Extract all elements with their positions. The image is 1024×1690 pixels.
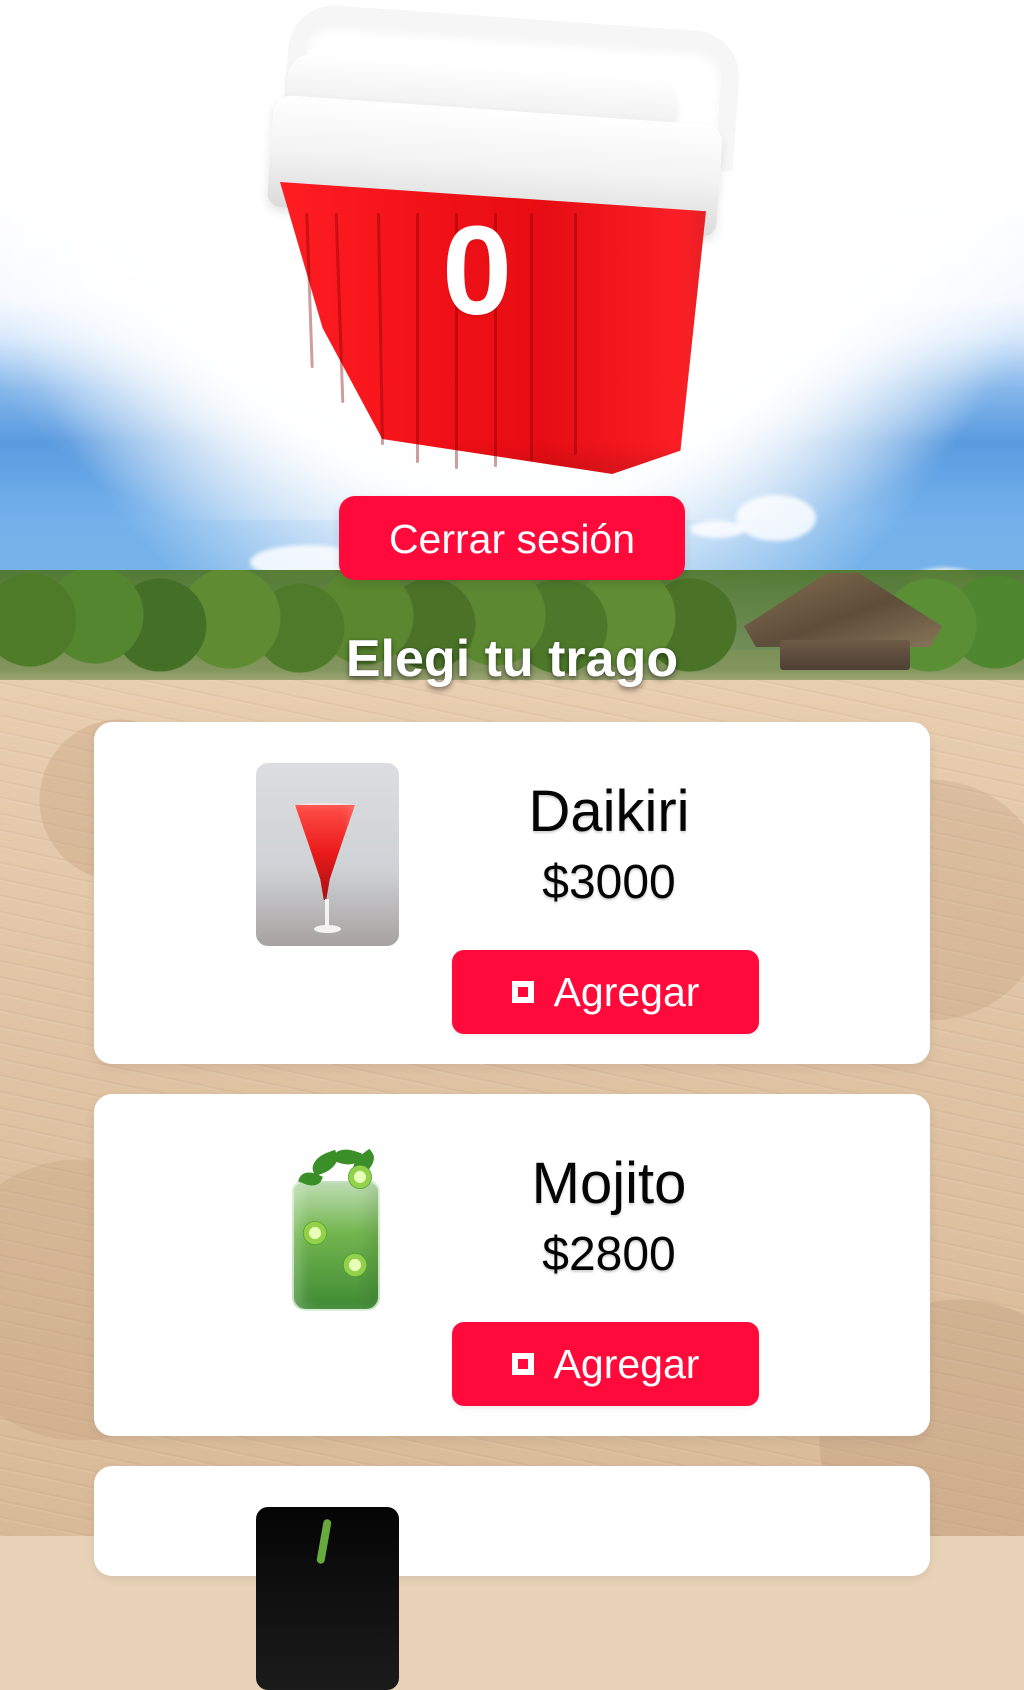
logout-button[interactable]: Cerrar sesión xyxy=(339,496,685,580)
page-title: Elegi tu trago xyxy=(345,630,679,688)
drink-card-daikiri: Daikiri $3000 Agregar xyxy=(94,722,930,1064)
drink-name: Daikiri xyxy=(528,779,690,844)
mojito-image xyxy=(256,1135,399,1318)
lime-slice xyxy=(348,1165,372,1189)
drink-card-partial xyxy=(94,1466,930,1690)
lime-slice xyxy=(343,1253,367,1277)
square-add-icon xyxy=(511,981,534,1003)
drink-price: $2800 xyxy=(542,1228,676,1281)
add-button-label: Agregar xyxy=(553,968,700,1015)
lime-slice xyxy=(303,1221,327,1245)
cloud xyxy=(690,520,745,538)
drink-glass xyxy=(292,1181,380,1311)
cart-count: 0 xyxy=(441,200,512,341)
glass-stem xyxy=(325,899,329,927)
drink-price: $3000 xyxy=(542,856,676,909)
cooler-icon: 0 xyxy=(258,2,743,488)
cooler-rib xyxy=(530,213,533,461)
drink-image-partial xyxy=(256,1507,399,1690)
add-mojito-button[interactable]: Agregar xyxy=(452,1322,759,1406)
drink-card-mojito: Mojito $2800 Agregar xyxy=(94,1094,930,1436)
daikiri-image xyxy=(256,763,399,946)
glass-base xyxy=(314,925,341,933)
drink-glass xyxy=(295,805,355,900)
drink-name: Mojito xyxy=(531,1151,687,1216)
cloud xyxy=(736,495,816,541)
add-button-label: Agregar xyxy=(553,1340,700,1387)
cooler-rib xyxy=(416,213,419,463)
add-daikiri-button[interactable]: Agregar xyxy=(452,950,759,1034)
cooler-rib xyxy=(574,213,577,455)
drink-garnish xyxy=(316,1518,332,1565)
square-add-icon xyxy=(511,1353,534,1375)
